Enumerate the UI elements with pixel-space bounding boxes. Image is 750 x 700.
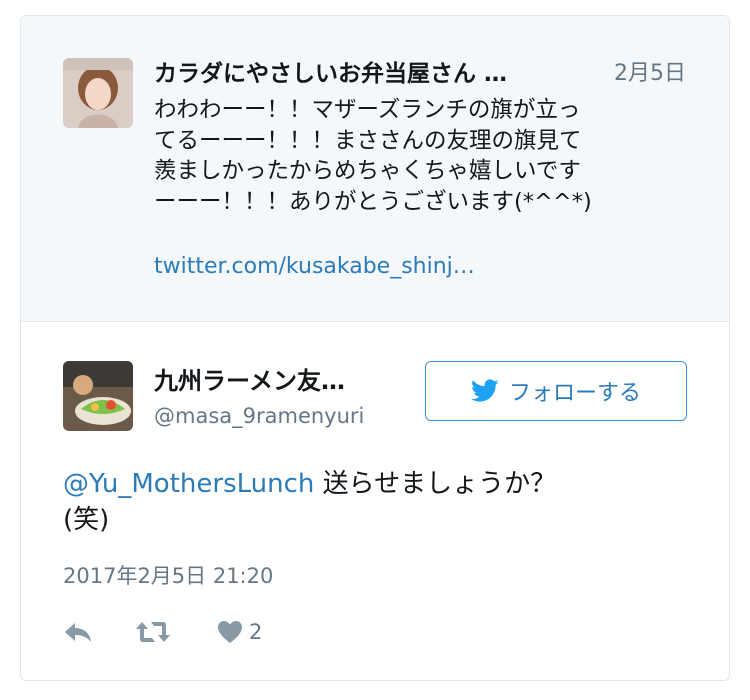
quoted-link[interactable]: twitter.com/kusakabe_shinj… — [154, 252, 475, 282]
retweet-button[interactable] — [135, 620, 171, 644]
quoted-avatar[interactable] — [63, 58, 133, 128]
follow-button[interactable]: フォローする — [425, 361, 687, 421]
quoted-tweet-text: わわわーー！！マザーズランチの旗が立っ てるーーー！！！まささんの友理の旗見て … — [154, 95, 694, 217]
mention-link[interactable]: @Yu_MothersLunch — [63, 469, 314, 499]
reply-icon — [65, 623, 91, 642]
follow-button-label: フォローする — [508, 381, 641, 406]
tweet-text-line-1: @Yu_MothersLunch 送らせましょうか？ — [63, 466, 693, 502]
quoted-text-line: 羨ましかったからめちゃくちゃ嬉しいです — [154, 158, 581, 184]
tweet-embed-card: カラダにやさしいお弁当屋さん … 2月5日 わわわーー！！マザーズランチの旗が立… — [20, 15, 730, 681]
author-handle[interactable]: @masa_9ramenyuri — [154, 402, 364, 430]
like-count: 2 — [249, 620, 263, 644]
reply-button[interactable] — [63, 621, 93, 643]
tweet-timestamp[interactable]: 2017年2月5日 21:20 — [63, 562, 273, 590]
quoted-date[interactable]: 2月5日 — [614, 58, 686, 90]
author-display-name[interactable]: 九州ラーメン友… — [154, 365, 414, 397]
quoted-text-line: ーーー！！！ありがとうございます(*^^*) — [154, 188, 592, 215]
quoted-text-line: てるーーー！！！まささんの友理の旗見て — [154, 127, 582, 154]
tweet-text-line-2: (笑) — [63, 505, 110, 535]
tweet-text-rest: 送らせましょうか？ — [314, 469, 557, 499]
like-button[interactable]: 2 — [217, 620, 262, 644]
retweet-icon — [136, 622, 170, 642]
quoted-display-name[interactable]: カラダにやさしいお弁当屋さん … — [154, 58, 574, 90]
author-avatar[interactable] — [63, 361, 133, 431]
twitter-bird-icon — [470, 379, 499, 402]
quoted-text-line: わわわーー！！マザーズランチの旗が立っ — [154, 97, 581, 123]
tweet-text: @Yu_MothersLunch 送らせましょうか？ (笑) — [63, 466, 693, 538]
quoted-tweet[interactable]: カラダにやさしいお弁当屋さん … 2月5日 わわわーー！！マザーズランチの旗が立… — [21, 16, 729, 322]
tweet-actions: 2 — [63, 617, 262, 647]
heart-icon — [218, 621, 242, 643]
